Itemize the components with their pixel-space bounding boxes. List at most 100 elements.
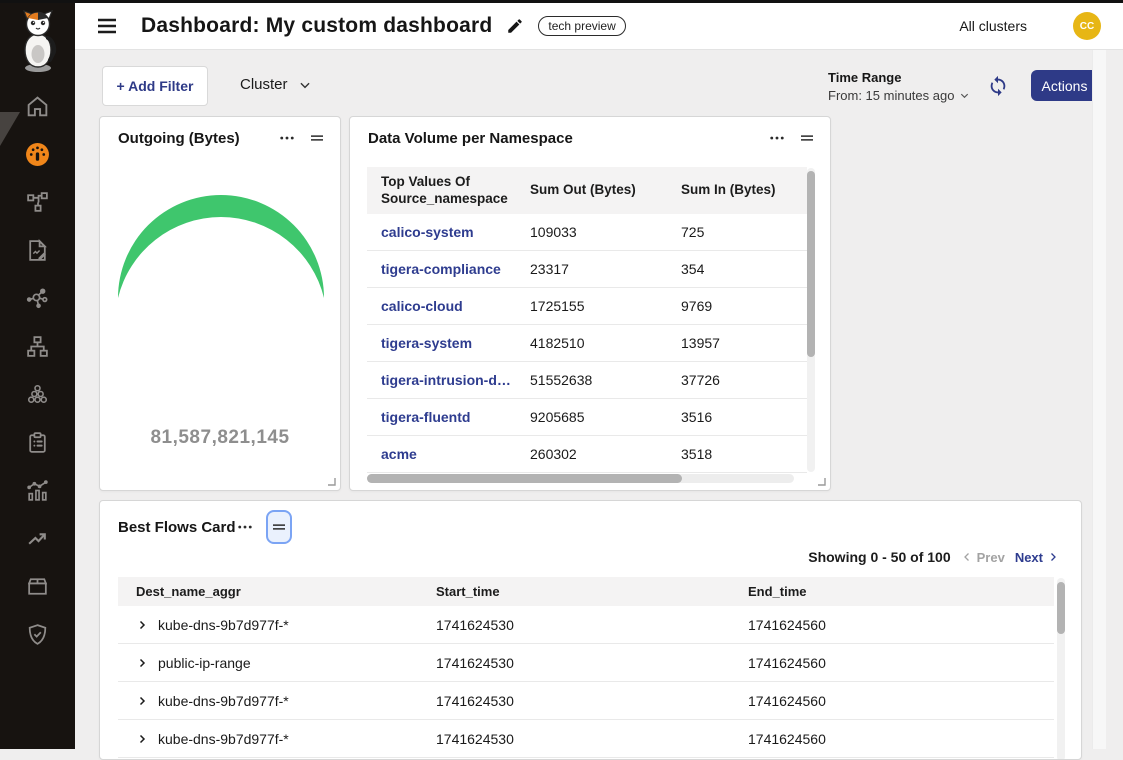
table-row: public-ip-range 1741624530 1741624560	[118, 644, 1054, 682]
chevron-down-icon	[298, 78, 312, 92]
namespace-link[interactable]: tigera-system	[367, 335, 515, 351]
sidebar-item-compliance[interactable]	[0, 418, 75, 466]
sum-out-value: 1725155	[516, 298, 667, 314]
flows-table: Dest_name_aggr Start_time End_time kube-…	[118, 577, 1054, 758]
sum-out-value: 260302	[516, 446, 667, 462]
next-label: Next	[1015, 550, 1043, 565]
sidebar	[0, 0, 75, 749]
sum-out-value: 23317	[516, 261, 667, 277]
dest-name-value: kube-dns-9b7d977f-*	[158, 693, 289, 709]
cluster-dropdown[interactable]: Cluster	[240, 76, 312, 93]
expand-row-chevron-icon[interactable]	[136, 657, 148, 669]
time-range-value: From: 15 minutes ago	[828, 88, 954, 103]
trend-arrow-icon	[25, 526, 50, 551]
cluster-circles-icon	[25, 382, 50, 407]
app-logo[interactable]	[0, 10, 75, 74]
sidebar-item-statistics[interactable]	[0, 466, 75, 514]
service-graph-icon	[25, 190, 50, 215]
chevron-left-icon	[961, 551, 973, 563]
next-page-button[interactable]: Next	[1015, 550, 1059, 565]
pagination: Showing 0 - 50 of 100 Prev Next	[808, 549, 1059, 565]
table-vscrollbar-thumb[interactable]	[1057, 582, 1065, 634]
sum-out-value: 109033	[516, 224, 667, 240]
gauge-value: 81,587,821,145	[100, 427, 340, 449]
table-row: tigera-intrusion-d… 51552638 37726	[367, 362, 807, 399]
namespace-link[interactable]: calico-system	[367, 224, 515, 240]
sidebar-item-topology[interactable]	[0, 322, 75, 370]
package-icon	[25, 574, 50, 599]
card-menu-icon[interactable]	[768, 129, 786, 147]
page-scrollbar-track[interactable]	[1092, 50, 1106, 749]
table-hscrollbar-thumb[interactable]	[367, 474, 682, 483]
start-time-value: 1741624530	[436, 655, 748, 671]
table-vscrollbar-thumb[interactable]	[807, 171, 815, 357]
prev-label: Prev	[977, 550, 1005, 565]
sidebar-item-dashboards[interactable]	[0, 130, 75, 178]
card-drag-handle-focused[interactable]	[266, 510, 292, 544]
edit-pencil-icon[interactable]	[506, 17, 524, 35]
namespace-link[interactable]: tigera-fluentd	[367, 409, 515, 425]
namespace-link[interactable]: tigera-compliance	[367, 261, 515, 277]
table-row: kube-dns-9b7d977f-* 1741624530 174162456…	[118, 606, 1054, 644]
column-header: Sum In (Bytes)	[667, 182, 807, 198]
sidebar-item-security[interactable]	[0, 610, 75, 658]
sidebar-item-reports[interactable]	[0, 226, 75, 274]
end-time-value: 1741624560	[748, 655, 1054, 671]
resize-handle-icon[interactable]	[327, 477, 336, 486]
add-filter-button[interactable]: + Add Filter	[102, 66, 208, 106]
namespace-table-body: calico-system 109033 725 tigera-complian…	[367, 214, 807, 473]
expand-row-chevron-icon[interactable]	[136, 733, 148, 745]
namespace-link[interactable]: tigera-intrusion-d…	[367, 372, 515, 388]
clipboard-list-icon	[25, 430, 50, 455]
table-vscrollbar-track[interactable]	[1057, 578, 1065, 760]
table-row: calico-system 109033 725	[367, 214, 807, 251]
table-row: tigera-system 4182510 13957	[367, 325, 807, 362]
namespace-table-header: Top Values Of Source_namespace Sum Out (…	[367, 167, 807, 214]
refresh-icon[interactable]	[987, 75, 1009, 97]
namespace-link[interactable]: acme	[367, 446, 515, 462]
actions-button[interactable]: Actions	[1031, 70, 1098, 101]
expand-row-chevron-icon[interactable]	[136, 619, 148, 631]
hamburger-menu-icon[interactable]	[95, 14, 119, 38]
column-header: End_time	[748, 584, 1054, 599]
end-time-value: 1741624560	[748, 731, 1054, 747]
sum-out-value: 9205685	[516, 409, 667, 425]
sidebar-item-network[interactable]	[0, 274, 75, 322]
cluster-dropdown-label: Cluster	[240, 76, 288, 93]
start-time-value: 1741624530	[436, 617, 748, 633]
page-title: Dashboard: My custom dashboard	[141, 14, 492, 38]
end-time-value: 1741624560	[748, 693, 1054, 709]
window-top-border	[0, 0, 1123, 3]
all-clusters-selector[interactable]: All clusters	[959, 18, 1027, 34]
sum-in-value: 13957	[667, 335, 807, 351]
home-icon	[25, 94, 50, 119]
app-header: Dashboard: My custom dashboard tech prev…	[75, 3, 1123, 50]
time-range-selector[interactable]: From: 15 minutes ago	[828, 88, 970, 103]
start-time-value: 1741624530	[436, 693, 748, 709]
user-avatar[interactable]: CC	[1073, 12, 1101, 40]
sum-in-value: 37726	[667, 372, 807, 388]
card-menu-icon[interactable]	[236, 518, 254, 536]
sidebar-item-home[interactable]	[0, 82, 75, 130]
prev-page-button[interactable]: Prev	[961, 550, 1005, 565]
sidebar-item-clusters[interactable]	[0, 370, 75, 418]
table-hscrollbar-track[interactable]	[367, 474, 794, 483]
resize-handle-icon[interactable]	[817, 477, 826, 486]
sidebar-item-activity[interactable]	[0, 514, 75, 562]
namespace-link[interactable]: calico-cloud	[367, 298, 515, 314]
chevron-right-icon	[1047, 551, 1059, 563]
column-header: Start_time	[436, 584, 748, 599]
namespace-table: Top Values Of Source_namespace Sum Out (…	[367, 167, 807, 473]
outgoing-bytes-card: Outgoing (Bytes) 81,587,821,145	[99, 116, 341, 491]
start-time-value: 1741624530	[436, 731, 748, 747]
expand-row-chevron-icon[interactable]	[136, 695, 148, 707]
end-time-value: 1741624560	[748, 617, 1054, 633]
sidebar-item-service-graph[interactable]	[0, 178, 75, 226]
time-range-label: Time Range	[828, 70, 970, 85]
dest-name-value: kube-dns-9b7d977f-*	[158, 731, 289, 747]
sum-in-value: 354	[667, 261, 807, 277]
card-drag-handle-icon[interactable]	[798, 129, 816, 147]
sidebar-item-inventory[interactable]	[0, 562, 75, 610]
card-drag-handle-icon	[270, 518, 288, 536]
table-vscrollbar-track[interactable]	[807, 168, 815, 472]
